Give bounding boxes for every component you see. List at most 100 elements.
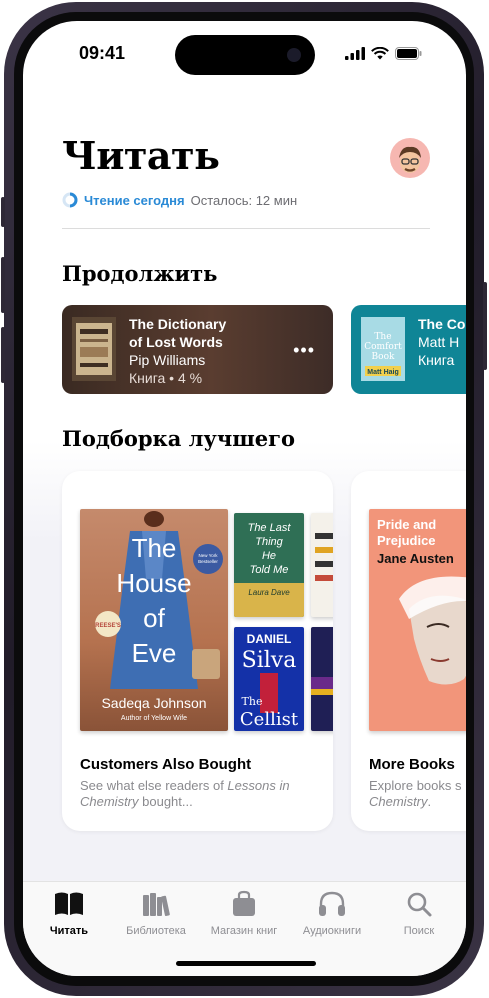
pride-prejudice-cover-art: Pride and Prejudice Jane Austen [369, 509, 466, 731]
book-cover[interactable]: The Last Thing He Told Me Laura Dave [234, 513, 304, 617]
description-text: bought... [138, 794, 193, 809]
continue-card[interactable]: The Dictionary of Lost Words Pip William… [62, 305, 333, 394]
book-author: Pip Williams [129, 352, 206, 368]
cover-title-line1: The [374, 332, 391, 342]
cover-author: Sadeqa Johnson [101, 695, 206, 711]
headphones-icon [319, 891, 345, 916]
book-cover-partial[interactable] [311, 627, 333, 731]
cover-author: Laura Dave [248, 588, 290, 597]
collection-description: See what else readers of Lessons in Chem… [80, 778, 290, 810]
bag-icon [233, 890, 255, 916]
description-text: Explore books s [369, 778, 462, 793]
cover-title-3: He [262, 550, 276, 562]
book-cover-partial[interactable] [311, 513, 333, 617]
cover-byline: Author of Yellow Wife [121, 715, 187, 722]
book-cover [72, 317, 116, 381]
cover-title-line3: Book [372, 352, 395, 362]
cover-title-of: of [143, 603, 165, 633]
cover-title-1: The [242, 695, 263, 708]
memoji-avatar-icon [399, 146, 421, 173]
book-title-line1: The Dictionary [129, 316, 227, 332]
continue-card-text: The Co Matt H Книга [418, 315, 465, 369]
badge-text-2: Bestseller [198, 559, 218, 564]
house-of-eve-cover-art: REESE'S New York Bestseller The House of… [80, 509, 228, 731]
tab-search[interactable]: Поиск [379, 890, 459, 937]
tab-label: Аудиокниги [302, 925, 362, 937]
comfort-book-cover-art: The Comfort Book Matt Haig [361, 317, 405, 381]
divider [62, 228, 430, 229]
cover-title-line2: Comfort [364, 342, 402, 352]
cover-author: Matt Haig [367, 369, 399, 376]
cellular-signal-icon [345, 47, 365, 60]
book-author: Matt H [418, 334, 460, 350]
cover-title-1: The Last [248, 522, 292, 534]
book-title-line1: The Co [418, 316, 466, 332]
camera-icon [287, 48, 301, 62]
library-icon [143, 893, 170, 917]
cover-title-the: The [132, 533, 177, 563]
collection-title: Customers Also Bought [80, 756, 252, 773]
page-title: Читать [62, 133, 220, 178]
tab-label: Библиотека [126, 925, 186, 937]
section-title-continue: Продолжить [62, 261, 218, 286]
reading-progress-ring-icon [62, 192, 78, 208]
tab-book-store[interactable]: Магазин книг [204, 890, 284, 937]
cover-title-2: Prejudice [377, 533, 436, 548]
description-book-title: Chemistry [80, 794, 139, 809]
book-cover-main[interactable]: REESE'S New York Bestseller The House of… [80, 509, 228, 731]
volume-down-button [1, 327, 5, 383]
cover-title-house: House [116, 568, 191, 598]
section-title-top-picks: Подборка лучшего [62, 426, 296, 451]
cover-author-first: DANIEL [247, 632, 292, 646]
search-icon [407, 892, 432, 917]
badge-text-1: New York [198, 553, 218, 558]
book-cover: The Comfort Book Matt Haig [361, 317, 405, 381]
volume-up-button [1, 257, 5, 313]
cover-author: Jane Austen [377, 551, 454, 566]
home-indicator[interactable] [176, 961, 316, 966]
reading-today-label: Чтение сегодня [84, 192, 185, 208]
tab-library[interactable]: Библиотека [116, 890, 196, 937]
cover-title-1: Pride and [377, 517, 436, 532]
last-thing-cover-art: The Last Thing He Told Me Laura Dave [234, 513, 304, 617]
tab-read-now[interactable]: Читать [29, 890, 109, 937]
sticker-text: REESE'S [95, 623, 121, 629]
book-open-icon [55, 892, 83, 915]
description-text: See what else readers of [80, 778, 228, 793]
dynamic-island [175, 35, 315, 75]
status-icons [345, 47, 422, 60]
battery-icon [395, 47, 422, 60]
power-button [483, 282, 487, 370]
reading-goal[interactable]: Чтение сегодня Осталось: 12 мин [62, 192, 297, 208]
description-book-title: Chemistry [369, 794, 428, 809]
book-cover-main[interactable]: Pride and Prejudice Jane Austen [369, 509, 466, 731]
tab-label: Читать [49, 925, 89, 937]
tab-audiobooks[interactable]: Аудиокниги [292, 890, 372, 937]
action-button [1, 197, 5, 227]
cover-title-2: Thing [255, 536, 283, 548]
cover-title-2: Cellist [240, 709, 299, 730]
tab-label: Магазин книг [210, 925, 278, 937]
avatar[interactable] [390, 138, 430, 178]
wifi-icon [371, 47, 389, 60]
dictionary-cover-art [72, 317, 116, 381]
collection-description: Explore books s Chemistry. [369, 778, 462, 810]
cellist-cover-art: DANIEL Silva The Cellist [234, 627, 304, 731]
collection-title: More Books [369, 756, 455, 773]
status-time: 09:41 [79, 43, 126, 63]
continue-card-text: The Dictionary of Lost Words Pip William… [129, 315, 226, 387]
description-text: . [427, 794, 432, 809]
collection-card[interactable]: Pride and Prejudice Jane Austen More Boo… [351, 471, 466, 831]
description-book-title: Lessons in [227, 778, 290, 793]
tab-label: Поиск [403, 925, 435, 937]
more-options-icon[interactable]: ••• [293, 340, 315, 361]
book-cover[interactable]: DANIEL Silva The Cellist [234, 627, 304, 731]
screen: 09:41 Читать Чтение сегодня Осталось: 12… [23, 21, 466, 976]
partial-cover-art [311, 677, 333, 695]
book-meta: Книга [418, 352, 455, 368]
cover-title-4: Told Me [250, 564, 289, 576]
collection-card[interactable]: REESE'S New York Bestseller The House of… [62, 471, 333, 831]
continue-card[interactable]: The Comfort Book Matt Haig The Co Matt H… [351, 305, 466, 394]
reading-remaining-text: Осталось: 12 мин [190, 192, 298, 208]
book-meta: Книга • 4 % [129, 370, 203, 386]
